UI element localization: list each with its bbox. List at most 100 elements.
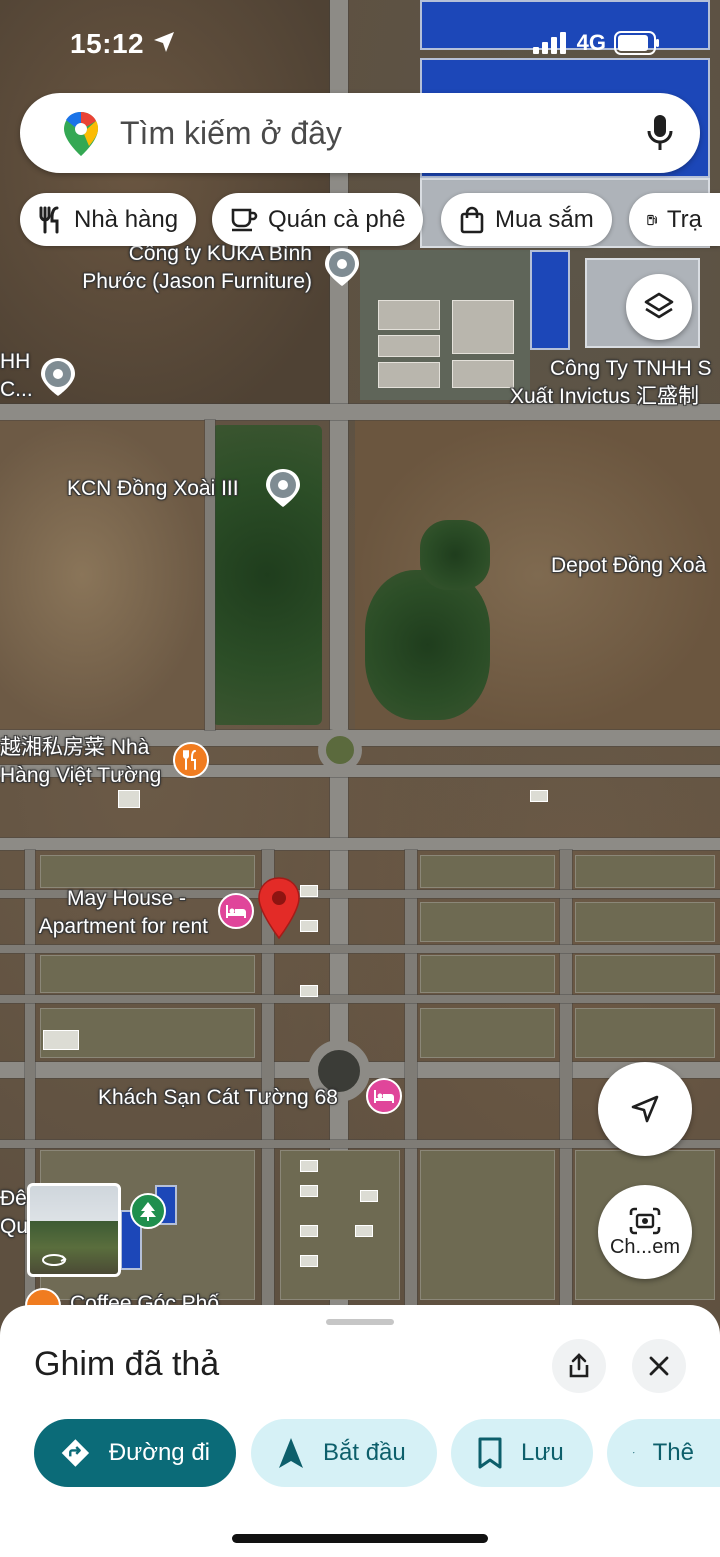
- house: [300, 920, 318, 932]
- fork-knife-icon: [39, 206, 59, 233]
- battery-icon: [614, 31, 659, 55]
- land-plot: [280, 1150, 400, 1300]
- road: [405, 850, 417, 1305]
- flag-icon: [633, 1452, 635, 1454]
- building: [378, 362, 440, 388]
- start-button[interactable]: Bắt đầu: [251, 1419, 437, 1487]
- status-time: 15:12: [70, 28, 145, 59]
- chip-cafes[interactable]: Quán cà phê: [212, 193, 424, 246]
- action-label: Bắt đầu: [323, 1439, 406, 1466]
- add-label-button[interactable]: Thê: [607, 1419, 720, 1487]
- close-icon: [649, 1356, 669, 1376]
- chip-label: Trạ: [666, 205, 702, 233]
- roundabout: [318, 728, 362, 772]
- land-plot: [575, 955, 715, 993]
- street-view-thumbnail[interactable]: [27, 1183, 121, 1277]
- hotel-poi-icon[interactable]: [218, 893, 254, 929]
- house: [118, 790, 140, 808]
- house: [300, 1160, 318, 1172]
- chip-restaurants[interactable]: Nhà hàng: [20, 193, 197, 246]
- google-maps-logo-icon: [64, 112, 98, 156]
- close-button[interactable]: [632, 1339, 686, 1393]
- land-plot: [420, 955, 555, 993]
- house: [300, 985, 318, 997]
- house: [355, 1225, 373, 1237]
- building: [378, 300, 440, 330]
- sheet-drag-handle[interactable]: [326, 1319, 394, 1325]
- park-poi-icon[interactable]: [130, 1193, 166, 1229]
- place-pin-icon[interactable]: [323, 246, 361, 288]
- map-label-tnhh-left[interactable]: HH C...: [0, 348, 33, 404]
- road: [0, 838, 720, 850]
- dropped-pin-icon[interactable]: [256, 876, 302, 940]
- hotel-poi-icon[interactable]: [366, 1078, 402, 1114]
- building: [452, 300, 514, 354]
- tree-cluster: [420, 520, 490, 590]
- place-pin-icon[interactable]: [39, 356, 77, 398]
- chip-gas[interactable]: Trạ: [629, 193, 720, 246]
- navigation-arrow-icon: [279, 1438, 303, 1468]
- place-pin-icon[interactable]: [264, 467, 302, 509]
- network-type: 4G: [576, 30, 606, 55]
- house: [300, 1255, 318, 1267]
- factory-roof: [530, 250, 570, 350]
- map-label-text: Apartment for rent: [38, 915, 208, 938]
- gas-station-icon: [647, 214, 657, 225]
- share-icon: [569, 1353, 589, 1378]
- camera-button-label: Ch...em: [609, 1235, 681, 1258]
- land-plot: [40, 955, 255, 993]
- map-label-text: C...: [0, 378, 33, 401]
- map-label-invictus[interactable]: Công Ty TNHH S Xuất Invictus 汇盛制: [510, 355, 711, 411]
- sheet-title: Ghim đã thả: [34, 1345, 220, 1383]
- chip-label: Quán cà phê: [268, 205, 406, 233]
- coffee-cup-icon: [231, 208, 258, 231]
- map-label-restaurant[interactable]: 越湘私房菜 Nhà Hàng Việt Tường: [0, 734, 161, 790]
- house: [43, 1030, 79, 1050]
- my-location-button[interactable]: [598, 1062, 692, 1156]
- chip-label: Nhà hàng: [74, 205, 179, 233]
- search-input[interactable]: Tìm kiếm ở đây: [120, 115, 342, 152]
- land-plot: [575, 902, 715, 942]
- action-label: Lưu: [521, 1439, 564, 1466]
- location-arrow-icon: [154, 32, 174, 52]
- navigation-arrow-icon: [631, 1095, 659, 1123]
- house: [360, 1190, 378, 1202]
- land-plot: [575, 855, 715, 888]
- house: [300, 1185, 318, 1197]
- map-label-kcn[interactable]: KCN Đồng Xoài III: [67, 475, 239, 503]
- map-label-text: Xuất Invictus 汇盛制: [510, 385, 700, 408]
- map-label-text: Phước (Jason Furniture): [82, 270, 312, 293]
- field: [0, 420, 205, 730]
- restaurant-poi-icon[interactable]: [173, 742, 209, 778]
- map-label-text: HH: [0, 350, 31, 373]
- house: [300, 1225, 318, 1237]
- map-label-text: Công Ty TNHH S: [550, 357, 712, 380]
- map-label-hotel[interactable]: Khách Sạn Cát Tường 68: [98, 1084, 338, 1112]
- land-plot: [420, 855, 555, 888]
- save-button[interactable]: Lưu: [451, 1419, 593, 1487]
- place-bottom-sheet[interactable]: Ghim đã thả Đường đi Bắt đầu Lưu Thê: [0, 1305, 720, 1557]
- building: [378, 335, 440, 357]
- land-plot: [420, 902, 555, 942]
- building: [452, 360, 514, 388]
- land-plot: [575, 1008, 715, 1058]
- map-label-mayhouse[interactable]: May House - Apartment for rent: [0, 885, 208, 941]
- camera-icon: [629, 1207, 661, 1234]
- road: [0, 945, 720, 953]
- directions-button[interactable]: Đường đi: [34, 1419, 236, 1487]
- map-label-kuka[interactable]: Công ty KUKA Bình Phước (Jason Furniture…: [30, 240, 312, 296]
- shopping-bag-icon: [460, 206, 484, 233]
- map-label-text: May House -: [66, 887, 186, 910]
- road: [205, 420, 215, 730]
- map-label-depot[interactable]: Depot Đồng Xoà: [551, 552, 706, 580]
- camera-search-button[interactable]: Ch...em: [598, 1185, 692, 1279]
- chip-shopping[interactable]: Mua sắm: [441, 193, 612, 246]
- layers-icon: [644, 292, 674, 319]
- microphone-icon[interactable]: [646, 113, 674, 153]
- layers-button[interactable]: [626, 274, 692, 340]
- house: [530, 790, 548, 802]
- search-bar[interactable]: Tìm kiếm ở đây: [20, 93, 700, 173]
- land-plot: [420, 1008, 555, 1058]
- share-button[interactable]: [552, 1339, 606, 1393]
- road: [0, 995, 720, 1003]
